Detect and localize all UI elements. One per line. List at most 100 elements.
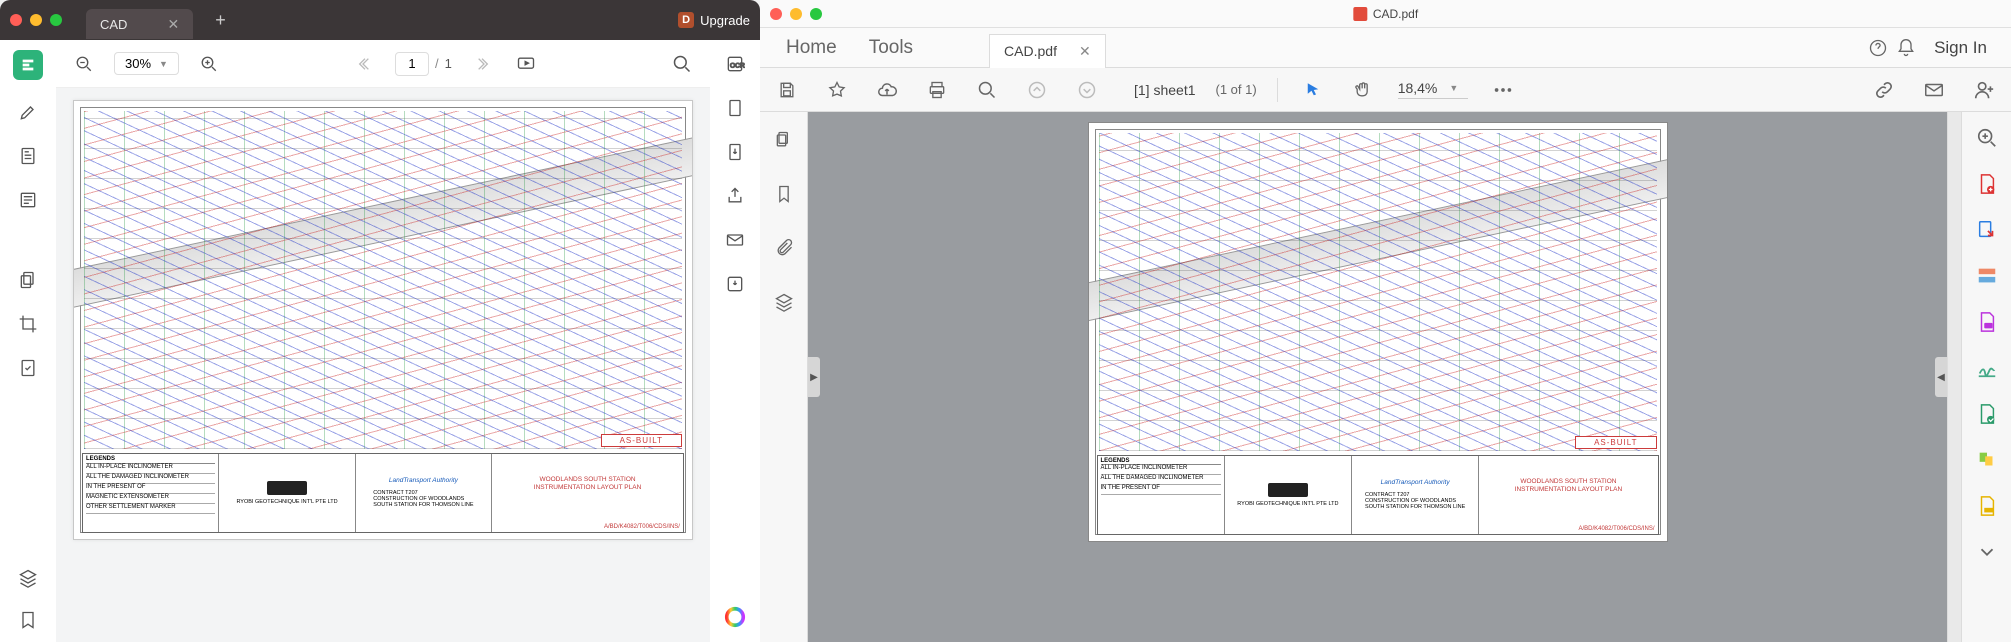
hand-tool-icon[interactable] — [1348, 75, 1378, 105]
page-separator: / — [435, 56, 439, 71]
email-attach-icon[interactable] — [1919, 75, 1949, 105]
document-page: AS-BUILT LEGENDS ALL IN-PLACE INCLINOMET… — [1088, 122, 1668, 542]
layers-icon[interactable] — [16, 566, 40, 590]
attachment-icon[interactable] — [772, 236, 796, 260]
highlighter-icon[interactable] — [16, 100, 40, 124]
zoom-level-select[interactable]: 30% ▼ — [114, 52, 179, 75]
legend-item: ALL THE DAMAGED INCLINOMETER — [1101, 475, 1221, 485]
search-button[interactable] — [668, 50, 696, 78]
nav-home[interactable]: Home — [770, 37, 853, 59]
window-controls — [770, 8, 822, 20]
save-icon[interactable] — [772, 75, 802, 105]
print-icon[interactable] — [922, 75, 952, 105]
upgrade-button[interactable]: D Upgrade — [678, 12, 750, 28]
close-window-button[interactable] — [10, 14, 22, 26]
create-pdf-icon[interactable] — [1975, 172, 1999, 196]
expand-left-panel-button[interactable]: ▶ — [808, 357, 820, 397]
separator — [1277, 78, 1278, 102]
add-person-icon[interactable] — [1969, 75, 1999, 105]
consultant-logo-icon — [1268, 483, 1308, 497]
page-input[interactable] — [395, 52, 429, 76]
consultant-name: RYOBI GEOTECHNIQUE INT'L PTE LTD — [1237, 501, 1338, 507]
legend-item: MAGNETIC EXTENSOMETER — [86, 494, 215, 504]
minimize-window-button[interactable] — [30, 14, 42, 26]
combine-files-icon[interactable] — [1975, 448, 1999, 472]
help-icon[interactable] — [1864, 34, 1892, 62]
redact-icon[interactable] — [1975, 494, 1999, 518]
color-wheel-icon[interactable] — [724, 606, 746, 628]
legend-item: ALL THE DAMAGED INCLINOMETER — [86, 474, 215, 484]
app-logo-icon[interactable] — [13, 50, 43, 80]
sheet-label: [1] sheet1 — [1134, 82, 1196, 98]
tab-close-icon[interactable]: ✕ — [1079, 43, 1091, 60]
zoom-in-button[interactable] — [195, 50, 223, 78]
zoom-out-button[interactable] — [70, 50, 98, 78]
edit-pdf-icon[interactable] — [1975, 264, 1999, 288]
page-up-icon[interactable] — [1022, 75, 1052, 105]
page-tool-icon[interactable] — [723, 96, 747, 120]
export-page-icon[interactable] — [723, 140, 747, 164]
main-tab-bar: Home Tools CAD.pdf ✕ Sign In — [760, 28, 2011, 68]
export-pdf-icon[interactable] — [1975, 218, 1999, 242]
share-icon[interactable] — [723, 184, 747, 208]
document-tab[interactable]: CAD.pdf ✕ — [989, 34, 1106, 68]
new-tab-button[interactable]: + — [215, 10, 226, 31]
select-tool-icon[interactable] — [1298, 75, 1328, 105]
more-tools-icon[interactable] — [1488, 75, 1518, 105]
first-page-button[interactable] — [351, 50, 379, 78]
page-settings-icon[interactable] — [16, 356, 40, 380]
document-page: AS-BUILT LEGENDS ALL IN-PLACE INCLINOMET… — [73, 100, 693, 540]
ocr-icon[interactable]: OCR — [723, 52, 747, 76]
nav-tools[interactable]: Tools — [853, 37, 929, 59]
upgrade-avatar-icon: D — [678, 12, 694, 28]
document-viewport[interactable]: AS-BUILT LEGENDS ALL IN-PLACE INCLINOMET… — [56, 88, 710, 642]
legend-item: ALL IN-PLACE INCLINOMETER — [1101, 465, 1221, 475]
project-title-2: INSTRUMENTATION LAYOUT PLAN — [495, 484, 680, 492]
minimize-window-button[interactable] — [790, 8, 802, 20]
sign-icon[interactable] — [1975, 356, 1999, 380]
right-tool-rail: OCR — [710, 40, 760, 642]
copy-pages-icon[interactable] — [16, 268, 40, 292]
page-down-icon[interactable] — [1072, 75, 1102, 105]
document-viewport[interactable]: ▶ AS-BUILT LEGENDS ALL IN-PLACE INCLINOM… — [808, 112, 1947, 642]
more-tools-chevron-icon[interactable] — [1975, 540, 1999, 564]
search-plus-icon[interactable] — [1975, 126, 1999, 150]
page-count-label: (1 of 1) — [1216, 82, 1257, 97]
crop-icon[interactable] — [16, 312, 40, 336]
save-box-icon[interactable] — [723, 272, 747, 296]
close-window-button[interactable] — [770, 8, 782, 20]
maximize-window-button[interactable] — [50, 14, 62, 26]
cloud-upload-icon[interactable] — [872, 75, 902, 105]
maximize-window-button[interactable] — [810, 8, 822, 20]
window-title: CAD.pdf — [1353, 7, 1418, 21]
organize-pdf-icon[interactable] — [1975, 402, 1999, 426]
contract-desc-2: SOUTH STATION FOR THOMSON LINE — [1365, 504, 1465, 510]
note-page-icon[interactable] — [16, 144, 40, 168]
legend-header: LEGENDS — [1101, 458, 1221, 465]
consultant-logo-icon — [267, 481, 307, 495]
tab-title: CAD — [100, 17, 127, 32]
document-tab-title: CAD.pdf — [1004, 43, 1057, 59]
last-page-button[interactable] — [468, 50, 496, 78]
document-tab[interactable]: CAD ✕ — [86, 9, 193, 39]
presentation-mode-button[interactable] — [512, 50, 540, 78]
expand-right-panel-button[interactable]: ◀ — [1935, 357, 1947, 397]
notifications-icon[interactable] — [1892, 34, 1920, 62]
drawing-reference: A/BD/K4082/T006/CDS/INS/ — [1578, 526, 1654, 532]
zoom-level-select[interactable]: 18,4% ▼ — [1398, 80, 1468, 99]
scrollbar[interactable] — [1947, 112, 1961, 642]
zoom-find-icon[interactable] — [972, 75, 1002, 105]
layers-panel-icon[interactable] — [772, 290, 796, 314]
window-title-text: CAD.pdf — [1373, 7, 1418, 21]
tab-close-icon[interactable]: ✕ — [167, 16, 179, 33]
share-link-icon[interactable] — [1869, 75, 1899, 105]
bookmark-ribbon-icon[interactable] — [772, 182, 796, 206]
reader-icon[interactable] — [16, 188, 40, 212]
as-built-stamp: AS-BUILT — [601, 434, 682, 447]
mail-icon[interactable] — [723, 228, 747, 252]
star-icon[interactable] — [822, 75, 852, 105]
thumbnails-icon[interactable] — [772, 128, 796, 152]
bookmark-icon[interactable] — [16, 608, 40, 632]
sign-in-button[interactable]: Sign In — [1920, 38, 2001, 58]
comment-pdf-icon[interactable] — [1975, 310, 1999, 334]
